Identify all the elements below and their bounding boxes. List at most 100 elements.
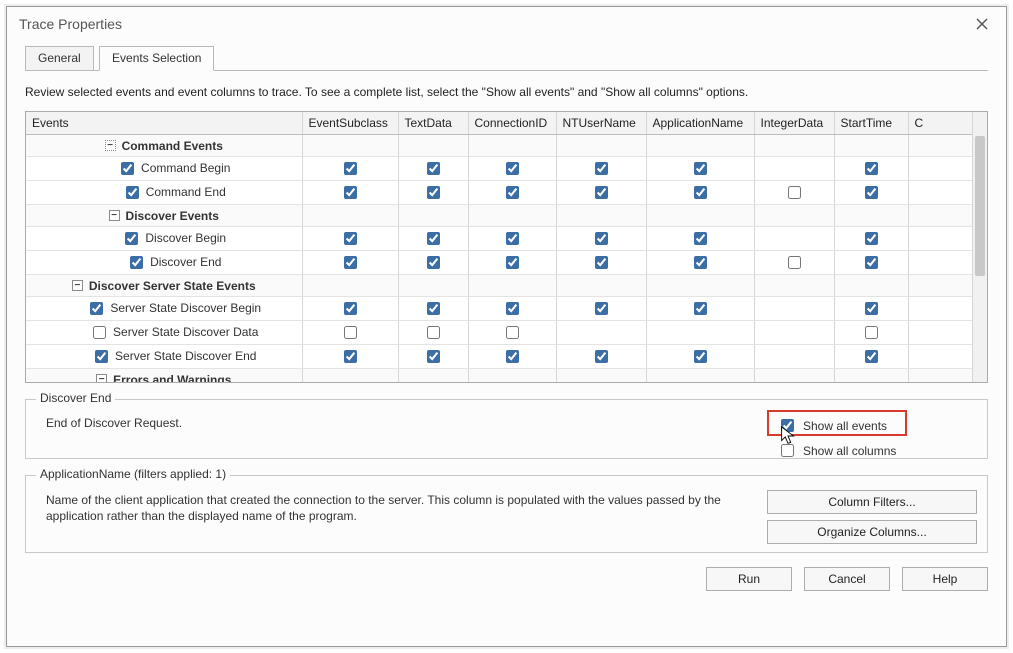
cell-checkbox[interactable] — [595, 256, 608, 269]
event-row-checkbox[interactable] — [130, 256, 143, 269]
close-button[interactable] — [968, 13, 996, 35]
cell-checkbox[interactable] — [344, 186, 357, 199]
column-filters-button[interactable]: Column Filters... — [767, 490, 977, 514]
cell-checkbox[interactable] — [865, 302, 878, 315]
cell-checkbox[interactable] — [595, 232, 608, 245]
collapse-toggle-icon[interactable]: − — [109, 210, 120, 221]
event-row-label[interactable]: Command Begin — [117, 159, 230, 178]
window-title: Trace Properties — [19, 16, 122, 32]
cell-checkbox[interactable] — [595, 350, 608, 363]
group-label: Errors and Warnings — [113, 372, 231, 383]
col-header-events[interactable]: Events — [26, 112, 302, 134]
filters-description: Name of the client application that crea… — [36, 490, 767, 544]
col-header-ntusername[interactable]: NTUserName — [556, 112, 646, 134]
group-label: Discover Server State Events — [89, 278, 256, 292]
cell-checkbox[interactable] — [506, 302, 519, 315]
event-row-label[interactable]: Server State Discover Data — [89, 323, 258, 342]
show-all-events-label[interactable]: Show all events — [803, 419, 887, 433]
tab-events-selection[interactable]: Events Selection — [99, 46, 214, 71]
event-row-label[interactable]: Command End — [122, 183, 226, 202]
cancel-button[interactable]: Cancel — [804, 567, 890, 591]
cell-checkbox[interactable] — [427, 326, 440, 339]
cell-checkbox[interactable] — [865, 232, 878, 245]
cell-checkbox[interactable] — [427, 232, 440, 245]
cell-checkbox[interactable] — [595, 186, 608, 199]
help-button[interactable]: Help — [902, 567, 988, 591]
cell-checkbox[interactable] — [506, 162, 519, 175]
col-header-eventsubclass[interactable]: EventSubclass — [302, 112, 398, 134]
group-row: −Discover Events — [26, 204, 987, 226]
cell-checkbox[interactable] — [865, 256, 878, 269]
col-header-starttime[interactable]: StartTime — [834, 112, 908, 134]
cell-checkbox[interactable] — [865, 326, 878, 339]
collapse-toggle-icon[interactable]: − — [96, 374, 107, 383]
cell-checkbox[interactable] — [344, 162, 357, 175]
dialog-footer: Run Cancel Help — [25, 553, 988, 593]
event-name: Server State Discover Begin — [110, 301, 261, 315]
collapse-toggle-icon[interactable]: − — [72, 280, 83, 291]
collapse-toggle-icon[interactable]: − — [105, 140, 116, 151]
cell-checkbox[interactable] — [427, 256, 440, 269]
table-header-row: Events EventSubclass TextData Connection… — [26, 112, 987, 134]
show-all-columns-checkbox[interactable] — [781, 444, 794, 457]
col-header-integerdata[interactable]: IntegerData — [754, 112, 834, 134]
cell-checkbox[interactable] — [506, 232, 519, 245]
cell-checkbox[interactable] — [344, 256, 357, 269]
cell-checkbox[interactable] — [865, 162, 878, 175]
cell-checkbox[interactable] — [865, 186, 878, 199]
cell-checkbox[interactable] — [427, 186, 440, 199]
cell-checkbox[interactable] — [427, 350, 440, 363]
event-row-checkbox[interactable] — [126, 186, 139, 199]
cell-checkbox[interactable] — [344, 326, 357, 339]
cell-checkbox[interactable] — [865, 350, 878, 363]
cell-checkbox[interactable] — [788, 186, 801, 199]
event-row-checkbox[interactable] — [95, 350, 108, 363]
cell-checkbox[interactable] — [427, 162, 440, 175]
show-all-events-checkbox[interactable] — [781, 419, 794, 432]
cell-checkbox[interactable] — [344, 302, 357, 315]
show-all-columns-label[interactable]: Show all columns — [803, 444, 896, 458]
cell-checkbox[interactable] — [694, 162, 707, 175]
event-row-label[interactable]: Server State Discover End — [91, 347, 256, 366]
col-header-textdata[interactable]: TextData — [398, 112, 468, 134]
event-row: Discover Begin — [26, 226, 987, 250]
cell-checkbox[interactable] — [694, 232, 707, 245]
cell-checkbox[interactable] — [344, 350, 357, 363]
vertical-scrollbar[interactable] — [972, 112, 987, 382]
event-row: Discover End — [26, 250, 987, 274]
cell-checkbox[interactable] — [506, 326, 519, 339]
event-row-label[interactable]: Discover Begin — [121, 229, 226, 248]
titlebar: Trace Properties — [7, 7, 1006, 41]
cell-checkbox[interactable] — [506, 350, 519, 363]
col-header-applicationname[interactable]: ApplicationName — [646, 112, 754, 134]
event-row-checkbox[interactable] — [93, 326, 106, 339]
cell-checkbox[interactable] — [595, 302, 608, 315]
cell-checkbox[interactable] — [344, 232, 357, 245]
events-grid[interactable]: Events EventSubclass TextData Connection… — [25, 111, 988, 383]
cell-checkbox[interactable] — [694, 186, 707, 199]
cell-checkbox[interactable] — [694, 350, 707, 363]
event-row-checkbox[interactable] — [125, 232, 138, 245]
col-header-connectionid[interactable]: ConnectionID — [468, 112, 556, 134]
cell-checkbox[interactable] — [788, 256, 801, 269]
tab-general[interactable]: General — [25, 46, 94, 70]
event-row-label[interactable]: Server State Discover Begin — [86, 299, 261, 318]
group-label: Command Events — [122, 138, 223, 152]
show-all-events-row: Show all events — [777, 416, 977, 435]
cell-checkbox[interactable] — [694, 256, 707, 269]
event-row-checkbox[interactable] — [90, 302, 103, 315]
group-row: −Errors and Warnings — [26, 368, 987, 383]
group-row: −Discover Server State Events — [26, 274, 987, 296]
cell-checkbox[interactable] — [506, 256, 519, 269]
cell-checkbox[interactable] — [427, 302, 440, 315]
run-button[interactable]: Run — [706, 567, 792, 591]
cell-checkbox[interactable] — [506, 186, 519, 199]
event-row-checkbox[interactable] — [121, 162, 134, 175]
event-row: Server State Discover Begin — [26, 296, 987, 320]
event-name: Command End — [146, 185, 226, 199]
organize-columns-button[interactable]: Organize Columns... — [767, 520, 977, 544]
cell-checkbox[interactable] — [595, 162, 608, 175]
scrollbar-thumb[interactable] — [975, 136, 985, 276]
event-row-label[interactable]: Discover End — [126, 253, 221, 272]
cell-checkbox[interactable] — [694, 302, 707, 315]
